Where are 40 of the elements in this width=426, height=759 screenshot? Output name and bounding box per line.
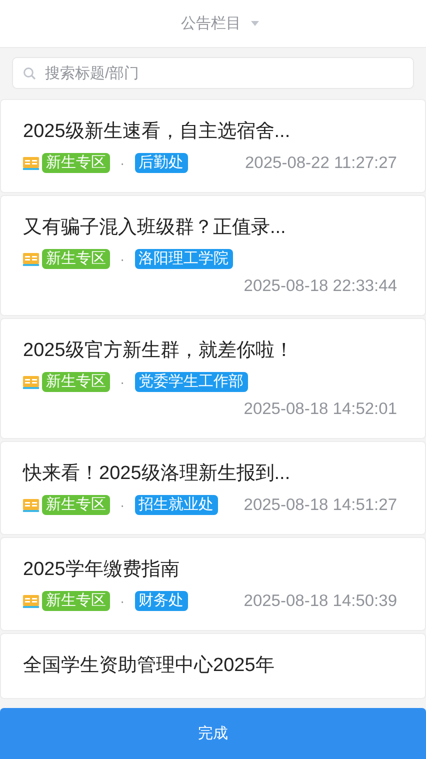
timestamp: 2025-08-18 14:52:01	[242, 400, 397, 419]
book-icon	[23, 594, 39, 608]
notice-card[interactable]: 又有骗子混入班级群？正值录... 新生专区 · 洛阳理工学院 2025-08-18 22:33:44	[0, 195, 426, 316]
department-tag: 党委学生工作部	[134, 372, 248, 392]
search-icon	[23, 67, 36, 80]
notice-title: 快来看！2025级洛理新生报到...	[23, 462, 292, 486]
timestamp: 2025-08-22 11:27:27	[244, 154, 397, 172]
notice-card[interactable]: 快来看！2025级洛理新生报到... 新生专区 · 招生就业处 2025-08-18 14:51:27	[0, 441, 426, 535]
notice-card[interactable]: 2025学年缴费指南 新生专区 · 财务处 2025-08-18 14:50:39	[0, 537, 426, 631]
notice-card[interactable]: 2025级官方新生群，就差你啦！ 新生专区 · 党委学生工作部 2025-08-18 14:52:01	[0, 318, 426, 439]
search-field[interactable]: 搜索标题/部门	[12, 57, 414, 89]
department-tag: 后勤处	[134, 153, 188, 173]
notice-title: 全国学生资助管理中心2025年	[23, 654, 276, 678]
department-tag: 招生就业处	[134, 495, 218, 515]
department-tag: 财务处	[134, 591, 188, 611]
category-tag: 新生专区	[42, 495, 110, 515]
separator: ·	[120, 593, 125, 609]
book-icon	[23, 498, 39, 512]
separator: ·	[120, 155, 125, 171]
category-tag: 新生专区	[42, 249, 110, 269]
notice-title: 2025学年缴费指南	[23, 558, 180, 582]
category-tag: 新生专区	[42, 372, 110, 392]
notice-title: 又有骗子混入班级群？正值录...	[23, 216, 287, 240]
separator: ·	[120, 497, 125, 513]
timestamp: 2025-08-18 14:51:27	[242, 496, 397, 514]
timestamp: 2025-08-18 22:33:44	[242, 277, 397, 296]
book-icon	[23, 375, 39, 389]
timestamp: 2025-08-18 14:50:39	[242, 592, 397, 610]
category-tag: 新生专区	[42, 153, 110, 173]
book-icon	[23, 156, 39, 170]
separator: ·	[120, 374, 125, 390]
notice-card[interactable]: 2025级新生速看，自主选宿舍... 新生专区 · 后勤处 2025-08-22 11:27:27	[0, 99, 426, 193]
notice-title: 2025级官方新生群，就差你啦！	[23, 339, 294, 363]
separator: ·	[120, 251, 125, 267]
caret-icon	[251, 21, 259, 26]
notice-card[interactable]: 全国学生资助管理中心2025年	[0, 633, 426, 699]
department-tag: 洛阳理工学院	[134, 249, 233, 269]
notice-title: 2025级新生速看，自主选宿舍...	[23, 120, 292, 144]
book-icon	[23, 252, 39, 266]
category-tag: 新生专区	[42, 591, 110, 611]
